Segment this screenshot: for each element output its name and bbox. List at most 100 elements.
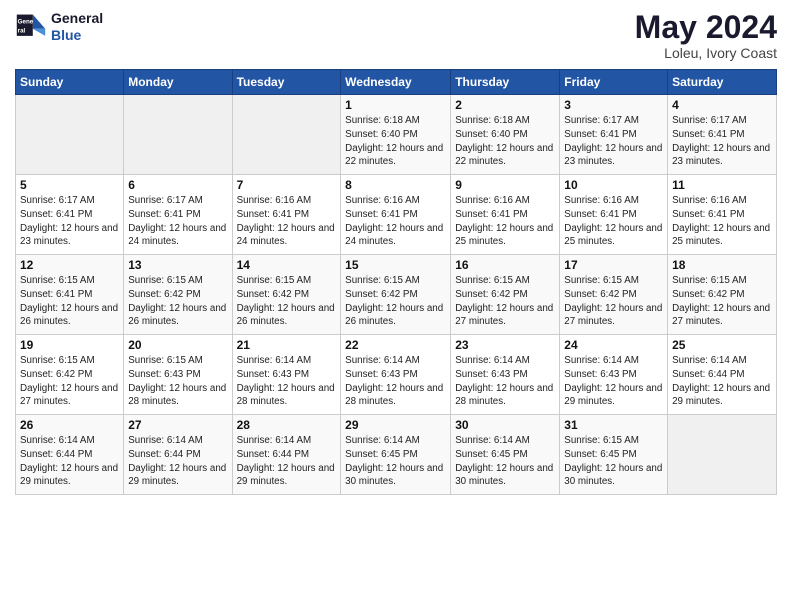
day-number: 20: [128, 338, 227, 352]
calendar-cell: 20 Sunrise: 6:15 AM Sunset: 6:43 PM Dayli…: [124, 335, 232, 415]
day-info: Sunrise: 6:15 AM Sunset: 6:45 PM Dayligh…: [564, 434, 663, 489]
day-number: 16: [455, 258, 555, 272]
day-info: Sunrise: 6:14 AM Sunset: 6:44 PM Dayligh…: [128, 434, 227, 489]
day-number: 3: [564, 98, 663, 112]
day-number: 14: [237, 258, 337, 272]
col-sunday: Sunday: [16, 70, 124, 95]
calendar-cell: 13 Sunrise: 6:15 AM Sunset: 6:42 PM Dayli…: [124, 255, 232, 335]
day-number: 7: [237, 178, 337, 192]
calendar-cell: 6 Sunrise: 6:17 AM Sunset: 6:41 PM Daylig…: [124, 175, 232, 255]
day-info: Sunrise: 6:14 AM Sunset: 6:43 PM Dayligh…: [455, 354, 555, 409]
calendar-cell: 8Sunrise: 6:16 AM Sunset: 6:41 PM Daylig…: [341, 175, 451, 255]
day-info: Sunrise: 6:14 AM Sunset: 6:43 PM Dayligh…: [345, 354, 446, 409]
day-info: Sunrise: 6:14 AM Sunset: 6:43 PM Dayligh…: [564, 354, 663, 409]
day-info: Sunrise: 6:18 AM Sunset: 6:40 PM Dayligh…: [345, 114, 446, 169]
day-number: 18: [672, 258, 772, 272]
calendar-cell: 21 Sunrise: 6:14 AM Sunset: 6:43 PM Dayli…: [232, 335, 341, 415]
col-friday: Friday: [560, 70, 668, 95]
calendar-cell: 30Sunrise: 6:14 AM Sunset: 6:45 PM Dayli…: [451, 415, 560, 495]
day-number: 27: [128, 418, 227, 432]
day-info: Sunrise: 6:18 AM Sunset: 6:40 PM Dayligh…: [455, 114, 555, 169]
location: Loleu, Ivory Coast: [635, 45, 777, 61]
col-monday: Monday: [124, 70, 232, 95]
calendar-cell: 4Sunrise: 6:17 AM Sunset: 6:41 PM Daylig…: [668, 95, 777, 175]
day-info: Sunrise: 6:15 AM Sunset: 6:42 PM Dayligh…: [672, 274, 772, 329]
logo-icon: Gene ral: [15, 11, 47, 43]
day-number: 2: [455, 98, 555, 112]
calendar-cell: [232, 95, 341, 175]
col-tuesday: Tuesday: [232, 70, 341, 95]
calendar-cell: 12Sunrise: 6:15 AM Sunset: 6:41 PM Dayli…: [16, 255, 124, 335]
calendar-cell: 22Sunrise: 6:14 AM Sunset: 6:43 PM Dayli…: [341, 335, 451, 415]
calendar-cell: 16 Sunrise: 6:15 AM Sunset: 6:42 PM Dayli…: [451, 255, 560, 335]
calendar-cell: 11 Sunrise: 6:16 AM Sunset: 6:41 PM Dayli…: [668, 175, 777, 255]
day-info: Sunrise: 6:14 AM Sunset: 6:45 PM Dayligh…: [345, 434, 446, 489]
day-info: Sunrise: 6:16 AM Sunset: 6:41 PM Dayligh…: [455, 194, 555, 249]
calendar-cell: 24Sunrise: 6:14 AM Sunset: 6:43 PM Dayli…: [560, 335, 668, 415]
day-info: Sunrise: 6:15 AM Sunset: 6:42 PM Dayligh…: [564, 274, 663, 329]
day-info: Sunrise: 6:16 AM Sunset: 6:41 PM Dayligh…: [564, 194, 663, 249]
day-info: Sunrise: 6:14 AM Sunset: 6:44 PM Dayligh…: [20, 434, 119, 489]
day-info: Sunrise: 6:14 AM Sunset: 6:43 PM Dayligh…: [237, 354, 337, 409]
day-info: Sunrise: 6:15 AM Sunset: 6:42 PM Dayligh…: [128, 274, 227, 329]
title-block: May 2024 Loleu, Ivory Coast: [635, 10, 777, 61]
month-year: May 2024: [635, 10, 777, 45]
calendar-cell: 9Sunrise: 6:16 AM Sunset: 6:41 PM Daylig…: [451, 175, 560, 255]
day-number: 29: [345, 418, 446, 432]
day-info: Sunrise: 6:15 AM Sunset: 6:42 PM Dayligh…: [345, 274, 446, 329]
calendar-cell: 10 Sunrise: 6:16 AM Sunset: 6:41 PM Dayli…: [560, 175, 668, 255]
day-info: Sunrise: 6:16 AM Sunset: 6:41 PM Dayligh…: [672, 194, 772, 249]
day-info: Sunrise: 6:17 AM Sunset: 6:41 PM Dayligh…: [128, 194, 227, 249]
calendar-cell: 5Sunrise: 6:17 AM Sunset: 6:41 PM Daylig…: [16, 175, 124, 255]
calendar-cell: 18 Sunrise: 6:15 AM Sunset: 6:42 PM Dayli…: [668, 255, 777, 335]
calendar-cell: 7 Sunrise: 6:16 AM Sunset: 6:41 PM Daylig…: [232, 175, 341, 255]
calendar-cell: 14 Sunrise: 6:15 AM Sunset: 6:42 PM Dayli…: [232, 255, 341, 335]
day-number: 19: [20, 338, 119, 352]
day-number: 25: [672, 338, 772, 352]
day-number: 13: [128, 258, 227, 272]
day-number: 10: [564, 178, 663, 192]
day-info: Sunrise: 6:15 AM Sunset: 6:43 PM Dayligh…: [128, 354, 227, 409]
day-number: 26: [20, 418, 119, 432]
day-number: 28: [237, 418, 337, 432]
calendar-table: Sunday Monday Tuesday Wednesday Thursday…: [15, 69, 777, 495]
calendar-cell: 31 Sunrise: 6:15 AM Sunset: 6:45 PM Dayli…: [560, 415, 668, 495]
day-number: 23: [455, 338, 555, 352]
calendar-cell: 27 Sunrise: 6:14 AM Sunset: 6:44 PM Dayli…: [124, 415, 232, 495]
day-info: Sunrise: 6:14 AM Sunset: 6:44 PM Dayligh…: [672, 354, 772, 409]
col-saturday: Saturday: [668, 70, 777, 95]
calendar-cell: 15Sunrise: 6:15 AM Sunset: 6:42 PM Dayli…: [341, 255, 451, 335]
day-number: 12: [20, 258, 119, 272]
calendar-week-row: 26 Sunrise: 6:14 AM Sunset: 6:44 PM Dayli…: [16, 415, 777, 495]
calendar-cell: 28Sunrise: 6:14 AM Sunset: 6:44 PM Dayli…: [232, 415, 341, 495]
header: Gene ral General Blue May 2024 Loleu, Iv…: [15, 10, 777, 61]
day-number: 11: [672, 178, 772, 192]
day-info: Sunrise: 6:14 AM Sunset: 6:45 PM Dayligh…: [455, 434, 555, 489]
day-info: Sunrise: 6:15 AM Sunset: 6:42 PM Dayligh…: [455, 274, 555, 329]
calendar-cell: [124, 95, 232, 175]
calendar-week-row: 12Sunrise: 6:15 AM Sunset: 6:41 PM Dayli…: [16, 255, 777, 335]
logo-text: General Blue: [51, 10, 103, 44]
calendar-page: Gene ral General Blue May 2024 Loleu, Iv…: [0, 0, 792, 612]
calendar-cell: [16, 95, 124, 175]
day-number: 4: [672, 98, 772, 112]
calendar-cell: 29 Sunrise: 6:14 AM Sunset: 6:45 PM Dayli…: [341, 415, 451, 495]
day-info: Sunrise: 6:15 AM Sunset: 6:42 PM Dayligh…: [237, 274, 337, 329]
calendar-cell: 26 Sunrise: 6:14 AM Sunset: 6:44 PM Dayli…: [16, 415, 124, 495]
svg-text:ral: ral: [18, 27, 26, 34]
calendar-cell: 2 Sunrise: 6:18 AM Sunset: 6:40 PM Daylig…: [451, 95, 560, 175]
calendar-header-row: Sunday Monday Tuesday Wednesday Thursday…: [16, 70, 777, 95]
day-number: 31: [564, 418, 663, 432]
calendar-cell: 19Sunrise: 6:15 AM Sunset: 6:42 PM Dayli…: [16, 335, 124, 415]
day-info: Sunrise: 6:16 AM Sunset: 6:41 PM Dayligh…: [237, 194, 337, 249]
svg-text:Gene: Gene: [18, 18, 34, 25]
logo: Gene ral General Blue: [15, 10, 103, 44]
calendar-cell: [668, 415, 777, 495]
day-number: 5: [20, 178, 119, 192]
day-info: Sunrise: 6:17 AM Sunset: 6:41 PM Dayligh…: [564, 114, 663, 169]
day-info: Sunrise: 6:16 AM Sunset: 6:41 PM Dayligh…: [345, 194, 446, 249]
day-number: 21: [237, 338, 337, 352]
day-number: 1: [345, 98, 446, 112]
day-number: 17: [564, 258, 663, 272]
day-number: 6: [128, 178, 227, 192]
